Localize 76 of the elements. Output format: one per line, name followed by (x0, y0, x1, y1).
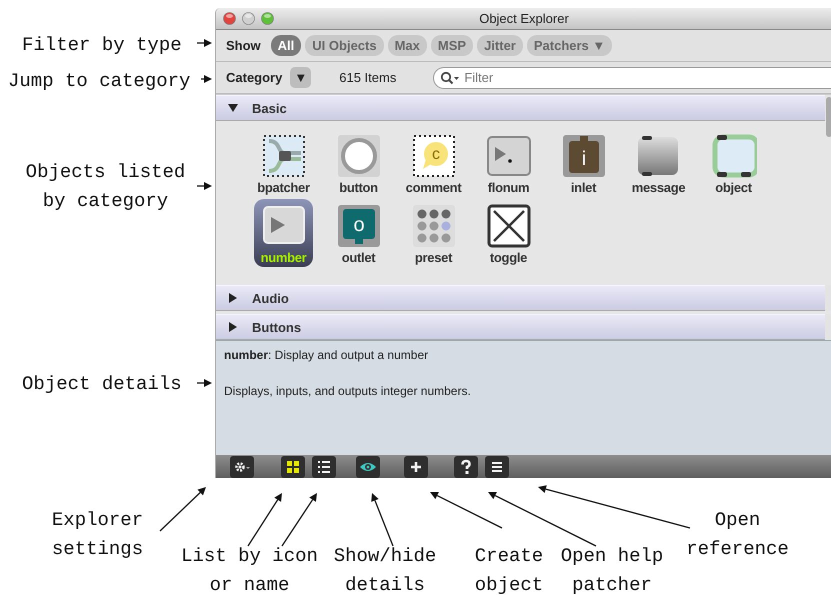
object-tile[interactable]: preset (408, 199, 459, 267)
object-label: toggle (490, 250, 528, 265)
category-header[interactable]: Audio (216, 285, 825, 311)
callout-text: Show/hide details (332, 544, 438, 595)
object-tile[interactable]: i inlet (558, 129, 609, 197)
comment-object-icon: c (410, 133, 456, 179)
category-title: Buttons (252, 320, 302, 334)
category-header[interactable]: Buttons (216, 314, 825, 340)
object-object-icon (710, 133, 756, 179)
callout-arrow (281, 493, 317, 546)
object-label: comment (406, 180, 462, 195)
outlet-object-icon: o (336, 203, 382, 249)
object-tile[interactable]: c comment (408, 129, 459, 197)
category-header[interactable]: Basic (216, 95, 825, 121)
callout-text: Open help patcher (560, 544, 664, 595)
object-label: bpatcher (257, 180, 310, 195)
callout-arrow (197, 379, 212, 387)
window-title: Object Explorer (479, 11, 569, 26)
object-tile[interactable]: toggle (483, 199, 534, 267)
toggle-object-icon (486, 203, 532, 249)
object-tile[interactable]: number (254, 199, 313, 267)
object-label: preset (414, 250, 452, 265)
object-label: inlet (570, 180, 596, 195)
object-tile[interactable]: o outlet (333, 199, 384, 267)
object-label: message (632, 180, 686, 195)
inlet-object-icon: i (560, 133, 606, 179)
show-label: Show (226, 38, 261, 53)
search-field[interactable]: Filter (433, 66, 831, 88)
plus-button[interactable] (404, 456, 428, 478)
object-label: outlet (342, 250, 376, 265)
help-button[interactable] (454, 456, 478, 478)
grid-button[interactable] (281, 456, 305, 478)
category-menu-button[interactable]: ▼ (290, 67, 312, 88)
callout-text: Object details (22, 372, 182, 397)
search-icon (440, 70, 460, 84)
filter-chip[interactable]: All (270, 35, 302, 56)
object-description: Displays, inputs, and outputs integer numbers. (224, 384, 472, 398)
object-summary: number: Display and output a number (224, 348, 430, 362)
object-tile[interactable]: message (633, 129, 684, 197)
callout-arrow (201, 75, 212, 83)
minimize-button[interactable] (242, 12, 255, 25)
object-label: button (339, 180, 378, 195)
category-label: Category (226, 70, 282, 85)
item-count: 615 Items (339, 70, 396, 85)
object-tile[interactable]: flonum (483, 129, 534, 197)
flonum-object-icon (486, 133, 532, 179)
callout-arrow (247, 493, 282, 546)
object-tile[interactable]: button (333, 129, 384, 197)
callout-text: List by icon or name (180, 544, 319, 595)
category-title: Basic (252, 100, 287, 116)
category-title: Audio (252, 290, 289, 306)
reference-button[interactable] (485, 456, 509, 478)
preset-object-icon (410, 203, 456, 249)
callout-text: Create object (474, 544, 544, 595)
callout-text: Objects listed by category (24, 160, 186, 214)
zoom-button[interactable] (261, 12, 274, 25)
settings-button[interactable] (230, 456, 254, 478)
callout-text: Explorer settings (50, 508, 144, 562)
object-label: object (715, 180, 752, 195)
callout-text: Jump to category (8, 69, 190, 94)
bpatcher-object-icon (260, 133, 306, 179)
scroll-thumb[interactable] (826, 97, 831, 137)
callout-text: Filter by type (22, 33, 182, 58)
object-label: number (260, 250, 306, 265)
callout-arrow (160, 487, 206, 532)
close-button[interactable] (223, 12, 236, 25)
eye-button[interactable] (356, 456, 380, 478)
button-object-icon (336, 133, 382, 179)
callout-arrow (197, 182, 212, 190)
object-tile[interactable]: bpatcher (258, 129, 309, 197)
callout-arrow (371, 493, 394, 546)
callout-arrow (197, 39, 212, 47)
list-button[interactable] (312, 456, 336, 478)
object-tile[interactable]: object (708, 129, 759, 197)
object-label: flonum (488, 180, 530, 195)
callout-text: Open reference (685, 508, 790, 562)
